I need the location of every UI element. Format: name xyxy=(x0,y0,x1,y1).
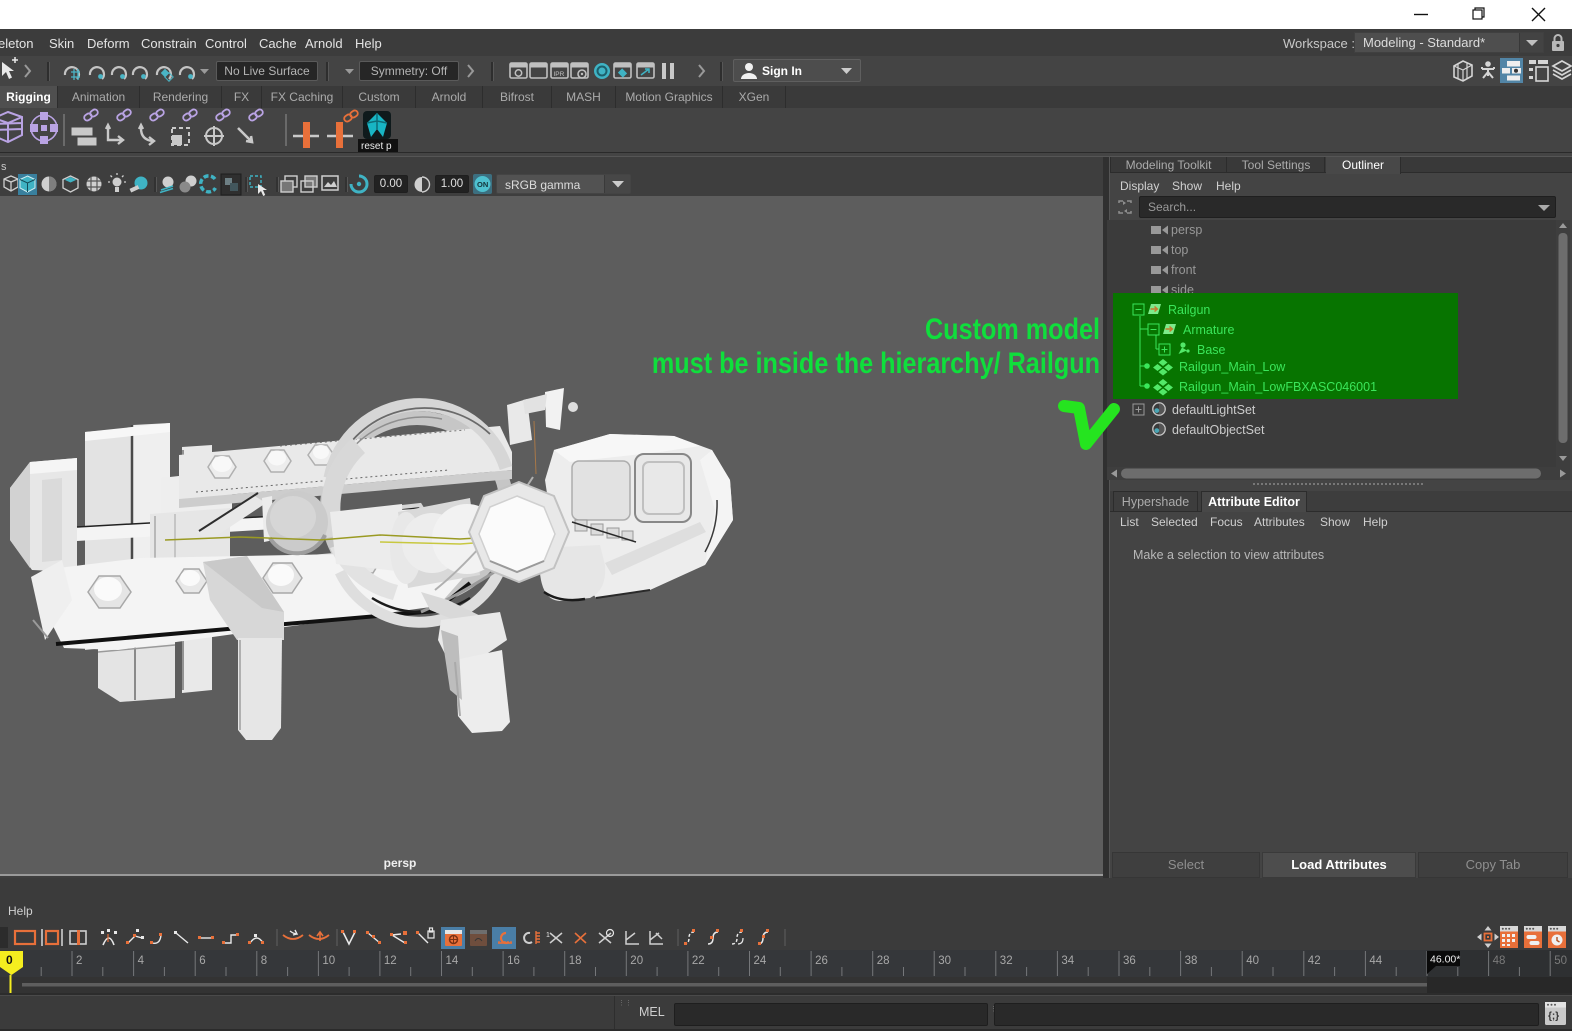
svg-text:10: 10 xyxy=(322,955,335,967)
svg-text:24: 24 xyxy=(754,955,767,967)
svg-text:top: top xyxy=(1171,243,1188,257)
svg-text:22: 22 xyxy=(692,955,705,967)
svg-text:0: 0 xyxy=(6,953,13,967)
svg-text:{;}: {;} xyxy=(1548,1011,1559,1022)
svg-text:12: 12 xyxy=(384,955,397,967)
svg-text:defaultObjectSet: defaultObjectSet xyxy=(1172,423,1265,437)
svg-text:front: front xyxy=(1171,263,1197,277)
svg-text:Railgun: Railgun xyxy=(1168,303,1210,317)
svg-text:IPR: IPR xyxy=(554,71,565,78)
svg-text:46.00*: 46.00* xyxy=(1430,954,1460,966)
svg-text:Base: Base xyxy=(1197,343,1226,357)
svg-text:ON: ON xyxy=(477,180,488,189)
svg-text:Railgun_Main_Low: Railgun_Main_Low xyxy=(1179,360,1286,374)
svg-text:42: 42 xyxy=(1308,955,1321,967)
svg-text:6: 6 xyxy=(199,955,205,967)
svg-text:28: 28 xyxy=(877,955,890,967)
svg-text:38: 38 xyxy=(1185,955,1198,967)
svg-text:Armature: Armature xyxy=(1183,323,1234,337)
svg-text:20: 20 xyxy=(630,955,643,967)
svg-text:16: 16 xyxy=(507,955,520,967)
svg-text:26: 26 xyxy=(815,955,828,967)
svg-text:40: 40 xyxy=(1246,955,1259,967)
svg-text:34: 34 xyxy=(1061,955,1074,967)
svg-text:44: 44 xyxy=(1369,955,1382,967)
svg-text:48: 48 xyxy=(1493,955,1506,967)
svg-text:defaultLightSet: defaultLightSet xyxy=(1172,403,1256,417)
svg-text:Railgun_Main_LowFBXASC046001: Railgun_Main_LowFBXASC046001 xyxy=(1179,380,1377,394)
svg-text:4: 4 xyxy=(138,955,145,967)
svg-text:30: 30 xyxy=(938,955,951,967)
svg-text:36: 36 xyxy=(1123,955,1136,967)
svg-text:18: 18 xyxy=(569,955,582,967)
svg-text:reset p: reset p xyxy=(361,141,392,152)
svg-text:persp: persp xyxy=(1171,223,1202,237)
svg-text:8: 8 xyxy=(261,955,267,967)
svg-text:32: 32 xyxy=(1000,955,1013,967)
svg-text:50: 50 xyxy=(1554,955,1567,967)
svg-text:1: 1 xyxy=(546,932,550,939)
svg-text:14: 14 xyxy=(446,955,459,967)
